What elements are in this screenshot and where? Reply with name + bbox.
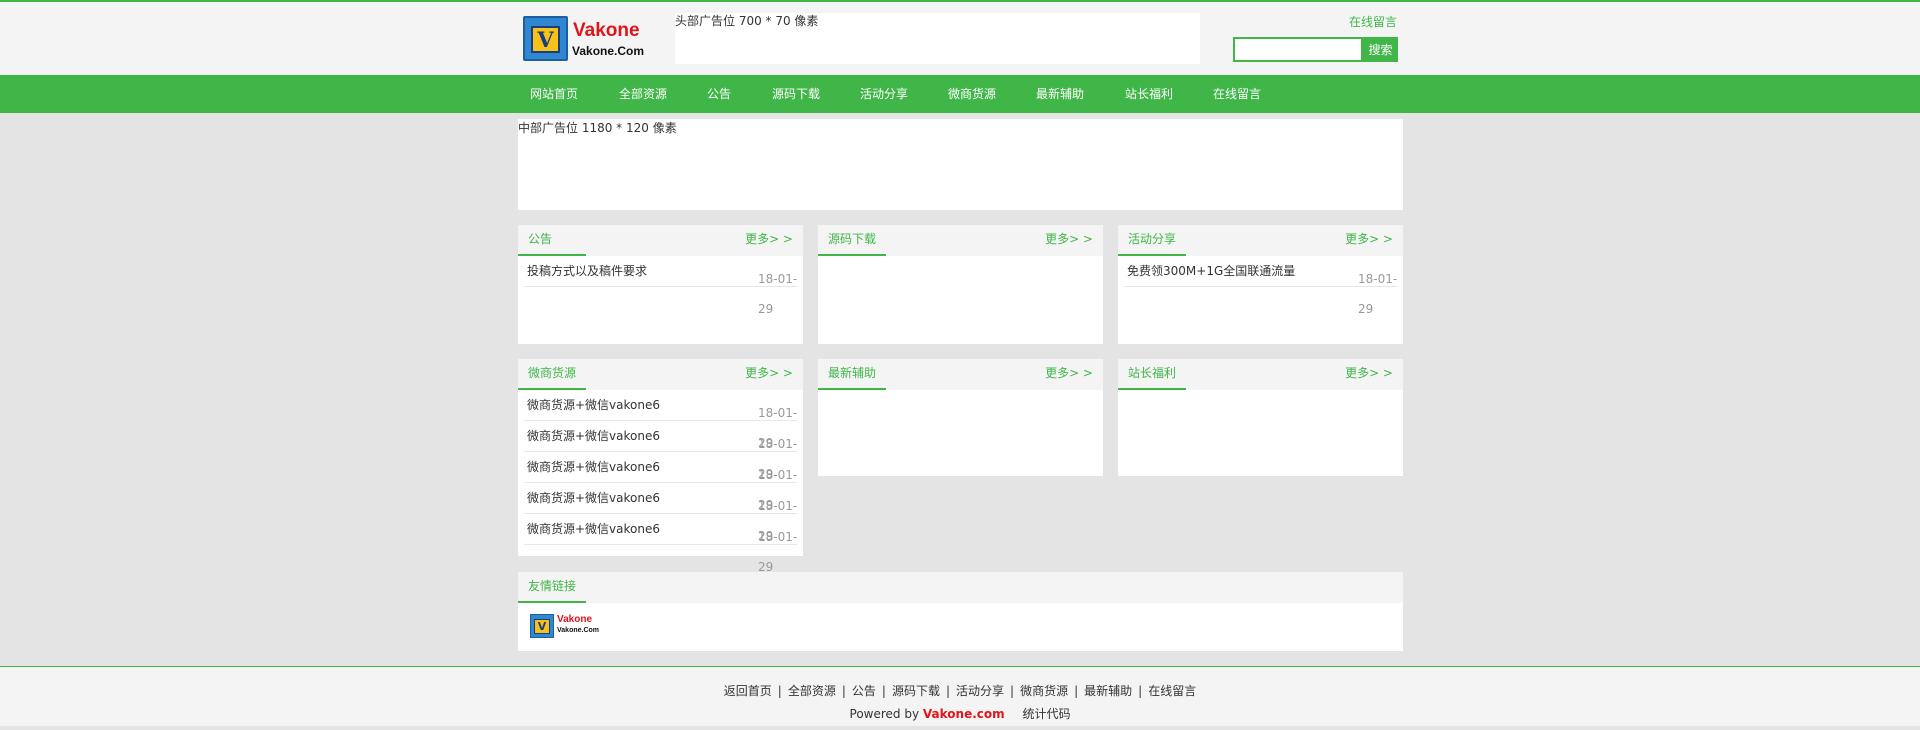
footer-separator: | [1074,684,1079,698]
footer-links: 返回首页 | 全部资源 | 公告 | 源码下载 | 活动分享 | 微商货源 | 最新辅助 | 在线留言 [0,682,1920,699]
nav-home[interactable]: 网站首页 [530,75,578,113]
list-item-date: 18-01-29 [1358,272,1398,316]
list-item: 微商货源+微信vakone6 18-01-29 [524,483,797,543]
nav-welfare[interactable]: 站长福利 [1125,75,1173,113]
list-item: 微商货源+微信vakone6 18-01-29 [524,421,797,481]
site-header: V Vakone Vakone.Com 头部广告位 700 * 70 像素 在线… [0,2,1920,75]
site-footer: 返回首页 | 全部资源 | 公告 | 源码下载 | 活动分享 | 微商货源 | 最新辅助 | 在线留言 Po… [0,666,1920,730]
nav-source-download[interactable]: 源码下载 [772,75,820,113]
bottom-strip [0,726,1920,730]
footer-separator: | [1138,684,1143,698]
footer-link-supply[interactable]: 微商货源 [1020,684,1068,698]
panel-header: 站长福利 更多> > [1118,359,1403,390]
friend-link-logo[interactable]: V Vakone Vakone.Com [530,614,600,638]
footer-link-assist[interactable]: 最新辅助 [1084,684,1132,698]
panel-title: 最新辅助 [818,359,886,390]
footer-link-source-download[interactable]: 源码下载 [892,684,940,698]
site-logo[interactable]: V Vakone Vakone.Com [523,16,648,62]
list-item: 投稿方式以及稿件要求 18-01-29 [524,256,797,316]
nav-supply[interactable]: 微商货源 [948,75,996,113]
panel-header: 活动分享 更多> > [1118,225,1403,256]
panel-title: 友情链接 [518,572,586,603]
panel-supply: 微商货源 更多> > 微商货源+微信vakone6 18-01-29 微商货源+… [518,359,803,574]
more-link[interactable]: 更多> > [745,225,793,254]
list-item-title[interactable]: 微商货源+微信vakone6 [527,452,660,483]
more-link[interactable]: 更多> > [1045,225,1093,254]
nav-all-resources[interactable]: 全部资源 [619,75,667,113]
nav-activity-share[interactable]: 活动分享 [860,75,908,113]
panel-source-download: 源码下载 更多> > [818,225,1103,344]
brand-link[interactable]: Vakone.com [923,707,1005,721]
panel-welfare: 站长福利 更多> > [1118,359,1403,476]
search-input[interactable] [1233,37,1363,62]
search-button[interactable]: 搜索 [1363,37,1398,62]
list-item-title[interactable]: 微商货源+微信vakone6 [527,483,660,514]
panel-assist: 最新辅助 更多> > [818,359,1103,476]
online-message-link[interactable]: 在线留言 [1349,13,1397,30]
footer-separator: | [841,684,846,698]
list-item: 免费领300M+1G全国联通流量 18-01-29 [1124,256,1397,316]
panel-header: 源码下载 更多> > [818,225,1103,256]
panel-title: 活动分享 [1118,225,1186,256]
panel-title: 源码下载 [818,225,886,256]
list-item-title[interactable]: 微商货源+微信vakone6 [527,421,660,452]
more-link[interactable]: 更多> > [1345,225,1393,254]
more-link[interactable]: 更多> > [745,359,793,388]
panel-header: 公告 更多> > [518,225,803,256]
powered-by: Powered by Vakone.com 统计代码 [0,705,1920,722]
nav-notice[interactable]: 公告 [707,75,731,113]
footer-separator: | [777,684,782,698]
footer-link-online-message[interactable]: 在线留言 [1148,684,1196,698]
panel-title: 站长福利 [1118,359,1186,390]
footer-separator: | [945,684,951,698]
main-nav: 网站首页 全部资源 公告 源码下载 活动分享 微商货源 最新辅助 站长福利 在线… [0,75,1920,113]
logo-subtitle: Vakone.Com [572,44,645,58]
panel-notice: 公告 更多> > 投稿方式以及稿件要求 18-01-29 [518,225,803,344]
footer-link-activity-share[interactable]: 活动分享 [956,684,1004,698]
panel-activity-share: 活动分享 更多> > 免费领300M+1G全国联通流量 18-01-29 [1118,225,1403,344]
footer-link-notice[interactable]: 公告 [852,684,876,698]
logo-glyph: V [534,619,550,634]
header-ad-slot: 头部广告位 700 * 70 像素 [675,13,1200,64]
list-item-title[interactable]: 微商货源+微信vakone6 [527,514,660,545]
logo-name: Vakone [557,614,593,625]
list-item-title[interactable]: 免费领300M+1G全国联通流量 [1127,256,1295,287]
list-item: 微商货源+微信vakone6 18-01-29 [524,390,797,450]
more-link[interactable]: 更多> > [1045,359,1093,388]
logo-name: Vakone [573,20,640,41]
more-link[interactable]: 更多> > [1345,359,1393,388]
panel-title: 公告 [518,225,586,256]
stat-code-link[interactable]: 统计代码 [1022,707,1070,721]
friend-links-panel: 友情链接 V Vakone Vakone.Com [518,572,1403,651]
nav-assist[interactable]: 最新辅助 [1036,75,1084,113]
list-item: 微商货源+微信vakone6 18-01-29 [524,452,797,512]
logo-icon: V [530,614,554,638]
list-item: 微商货源+微信vakone6 18-01-29 [524,514,797,574]
footer-separator: | [1010,684,1015,698]
list-item-title[interactable]: 微商货源+微信vakone6 [527,390,660,421]
footer-link-all-resources[interactable]: 全部资源 [788,684,836,698]
footer-link-home[interactable]: 返回首页 [724,684,772,698]
middle-ad-slot: 中部广告位 1180 * 120 像素 [518,119,1403,210]
logo-subtitle: Vakone.Com [557,627,600,634]
panel-title: 微商货源 [518,359,586,390]
logo-icon: V [523,16,568,61]
footer-separator: | [881,684,886,698]
panel-header: 微商货源 更多> > [518,359,803,390]
logo-glyph: V [531,26,560,53]
list-item-date: 18-01-29 [758,272,798,316]
list-item-title[interactable]: 投稿方式以及稿件要求 [527,256,647,287]
panel-header: 最新辅助 更多> > [818,359,1103,390]
nav-online-message[interactable]: 在线留言 [1213,75,1261,113]
panel-header: 友情链接 [518,572,1403,603]
powered-by-label: Powered by [849,707,920,721]
